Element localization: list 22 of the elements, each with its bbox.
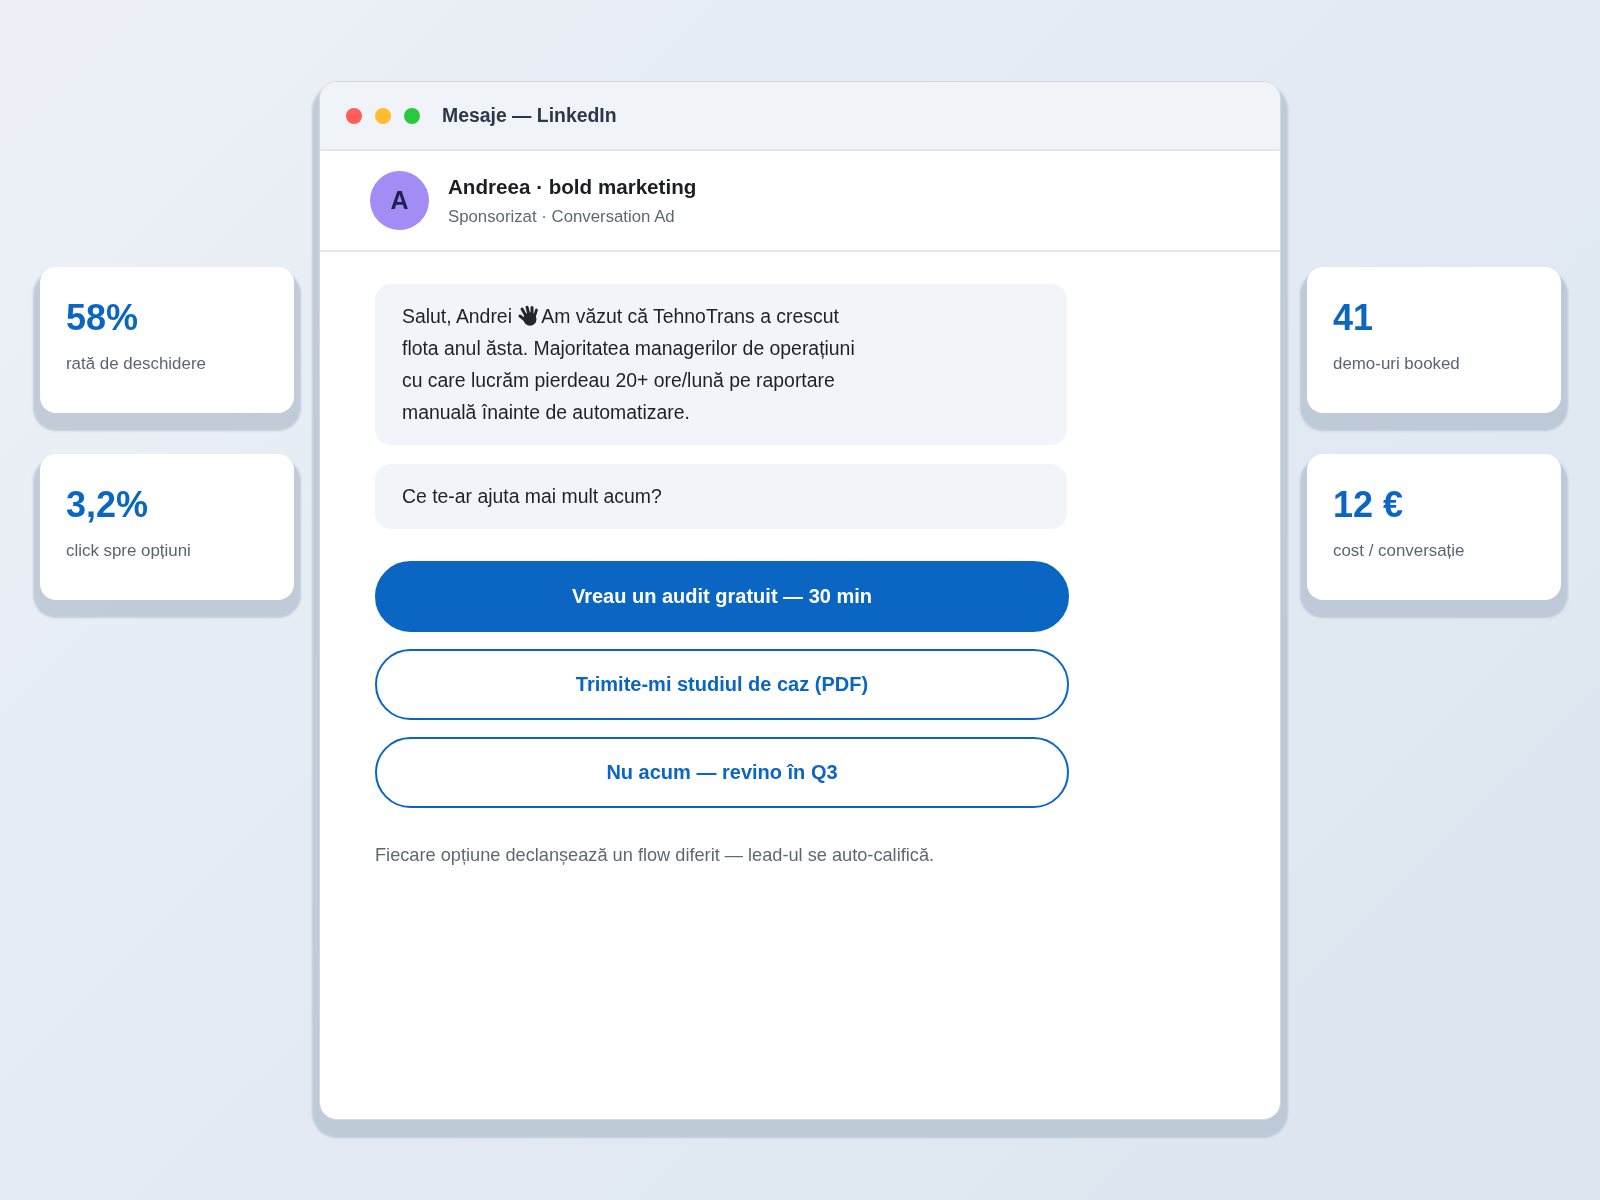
close-dot-icon[interactable] <box>346 107 362 124</box>
message-text: Salut, Andrei Am văzut că TehnoTrans a crescut flota anul ăsta. Majoritatea managerilor de operațiuni cu care lucrăm pierdeau 20+ ore/lună pe raportare manuală înainte de automatizare. <box>402 304 856 425</box>
waving-hand-icon <box>518 305 541 327</box>
minimize-dot-icon[interactable] <box>375 107 391 124</box>
sender-name: Andreea · bold marketing <box>448 174 697 199</box>
stat-value: 12 € <box>1333 485 1404 525</box>
stat-label: cost / conversație <box>1333 541 1465 561</box>
option-button[interactable]: Nu acum — revino în Q3 <box>375 737 1069 808</box>
stat-label: rată de deschidere <box>66 354 206 374</box>
avatar: A <box>370 171 429 230</box>
option-button[interactable]: Trimite-mi studiul de caz (PDF) <box>375 649 1069 720</box>
stat-value: 41 <box>1333 298 1374 338</box>
footer-note: Fiecare opțiune declanșează un flow diferit — lead-ul se auto-califică. <box>375 844 935 866</box>
maximize-dot-icon[interactable] <box>404 107 420 124</box>
stat-label: click spre opțiuni <box>66 541 191 561</box>
stat-value: 58% <box>66 298 139 338</box>
sender-subtitle: Sponsorizat · Conversation Ad <box>448 206 675 227</box>
stat-label: demo-uri booked <box>1333 354 1460 374</box>
window-title: Mesaje — LinkedIn <box>442 104 617 127</box>
message-text: Ce te-ar ajuta mai mult acum? <box>402 484 662 509</box>
stat-value: 3,2% <box>66 485 149 525</box>
option-button[interactable]: Vreau un audit gratuit — 30 min <box>375 561 1069 632</box>
